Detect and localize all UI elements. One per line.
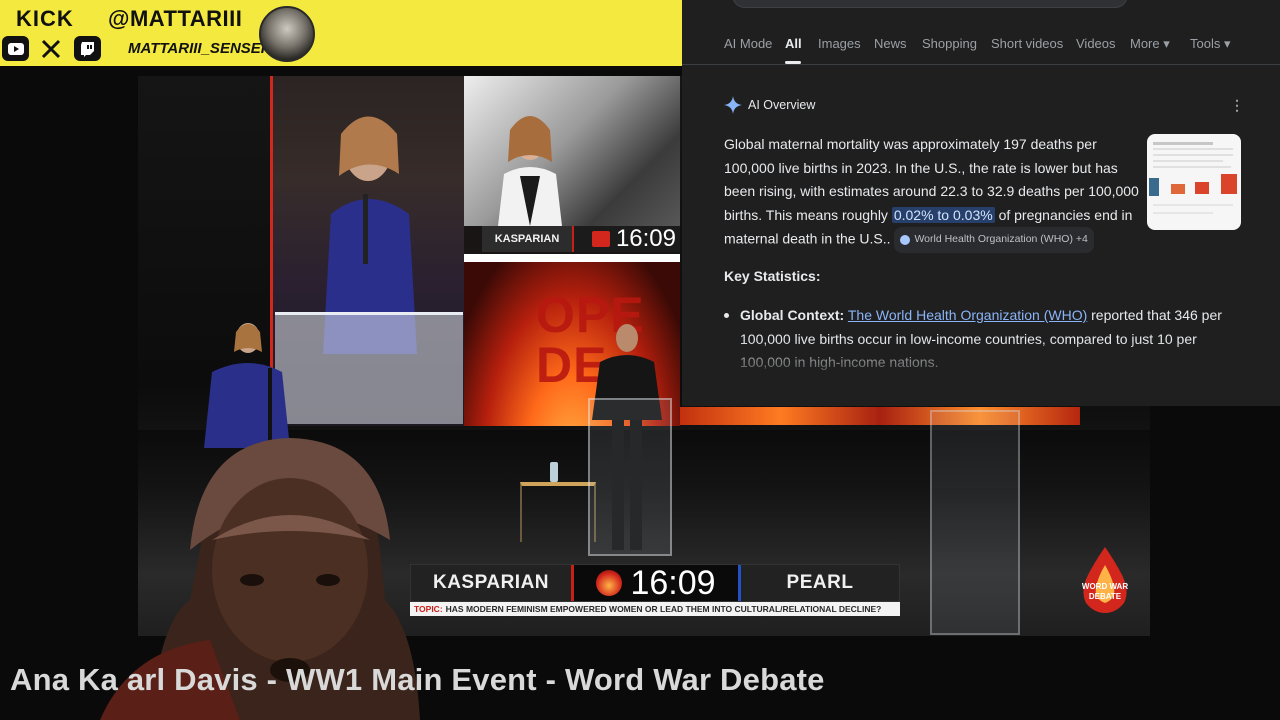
portrait-figure bbox=[498, 116, 562, 226]
search-tabs: AI Mode All Images News Shopping Short v… bbox=[682, 32, 1280, 64]
right-podium bbox=[930, 410, 1020, 635]
right-debater-name: PEARL bbox=[741, 565, 899, 601]
youtube-icon bbox=[2, 36, 29, 61]
speaker-portrait bbox=[464, 76, 680, 226]
tab-images[interactable]: Images bbox=[818, 36, 861, 51]
logo-line2: DEBATE bbox=[1089, 592, 1122, 601]
screen-scoreboard: KASPARIAN 16:09 bbox=[482, 225, 680, 253]
word-war-logo: WORD WAR DEBATE bbox=[1082, 547, 1128, 613]
debate-timer: 16:09 bbox=[630, 563, 716, 602]
thumbnail-graphic bbox=[1149, 142, 1237, 214]
screen-timer-wrap: 16:09 bbox=[574, 225, 680, 253]
streamer-subhandle: MATTARIII_SENSEI bbox=[128, 40, 265, 57]
tab-shopping[interactable]: Shopping bbox=[922, 36, 977, 51]
tab-more[interactable]: More ▾ bbox=[1130, 36, 1170, 52]
topic-text: HAS MODERN FEMINISM EMPOWERED WOMEN OR L… bbox=[445, 604, 882, 614]
ai-overview-title: AI Overview bbox=[748, 98, 816, 112]
stream-frame: KASPARIAN 16:09 OPE DE KASPARIAN 16:09 P… bbox=[0, 0, 1280, 720]
tab-short-videos[interactable]: Short videos bbox=[991, 36, 1063, 51]
search-input[interactable] bbox=[732, 0, 1128, 8]
tab-videos[interactable]: Videos bbox=[1076, 36, 1116, 51]
result-thumbnail[interactable] bbox=[1147, 134, 1241, 230]
screen-strip bbox=[464, 254, 680, 262]
ai-overview-header: AI Overview bbox=[724, 96, 815, 114]
ai-overview-text: Global maternal mortality was approximat… bbox=[724, 133, 1144, 253]
tab-all[interactable]: All bbox=[785, 36, 802, 51]
who-link[interactable]: The World Health Organization (WHO) bbox=[848, 307, 1087, 323]
google-search-panel: AI Mode All Images News Shopping Short v… bbox=[682, 0, 1280, 406]
logo-line1: WORD WAR bbox=[1082, 582, 1128, 591]
water-bottle bbox=[550, 462, 558, 482]
kick-logo: KICK bbox=[16, 6, 74, 31]
panel-fade bbox=[682, 340, 1280, 406]
screen-timer: 16:09 bbox=[615, 225, 676, 252]
more-options-icon[interactable]: ⋮ bbox=[1230, 98, 1244, 112]
tabs-divider bbox=[682, 64, 1280, 65]
source-chip[interactable]: World Health Organization (WHO) +4 bbox=[894, 227, 1094, 253]
scoreboard: KASPARIAN 16:09 PEARL bbox=[410, 564, 900, 602]
left-debater-name: KASPARIAN bbox=[411, 565, 571, 601]
video-title-text: Ana Ka arl Davis - WW1 Main Event - Word… bbox=[10, 662, 825, 697]
streamer-avatar bbox=[259, 6, 315, 62]
timer-block: 16:09 bbox=[571, 563, 741, 602]
sparkle-icon bbox=[724, 96, 742, 114]
streamer-banner: KICK @MATTARIII MATTARIII_SENSEI bbox=[0, 0, 682, 66]
fire-logo-icon bbox=[596, 570, 623, 596]
tab-news[interactable]: News bbox=[874, 36, 907, 51]
center-podium bbox=[588, 398, 672, 556]
maple-leaf-icon bbox=[591, 231, 610, 247]
globe-icon bbox=[900, 234, 911, 245]
x-icon bbox=[37, 36, 64, 61]
screen-podium bbox=[275, 312, 463, 424]
bullet-dot bbox=[724, 313, 729, 318]
bullet-label: Global Context: bbox=[740, 307, 845, 323]
screen-speaker-name: KASPARIAN bbox=[482, 226, 574, 252]
streamer-handle: @MATTARIII bbox=[108, 6, 243, 31]
key-statistics-heading: Key Statistics: bbox=[724, 268, 821, 284]
source-chip-label: World Health Organization (WHO) +4 bbox=[914, 233, 1088, 245]
highlight-percent: 0.02% to 0.03% bbox=[891, 206, 995, 223]
video-title[interactable]: Ana Ka arl Davis - WW1 Main Event - Word… bbox=[10, 662, 825, 698]
topic-bar: TOPIC: HAS MODERN FEMINISM EMPOWERED WOM… bbox=[410, 602, 900, 616]
tab-ai-mode[interactable]: AI Mode bbox=[724, 36, 772, 51]
speaker-kasparian bbox=[204, 323, 290, 448]
tab-tools[interactable]: Tools ▾ bbox=[1190, 36, 1231, 52]
fire-wall-screen bbox=[680, 407, 1080, 425]
twitch-icon bbox=[74, 36, 101, 61]
